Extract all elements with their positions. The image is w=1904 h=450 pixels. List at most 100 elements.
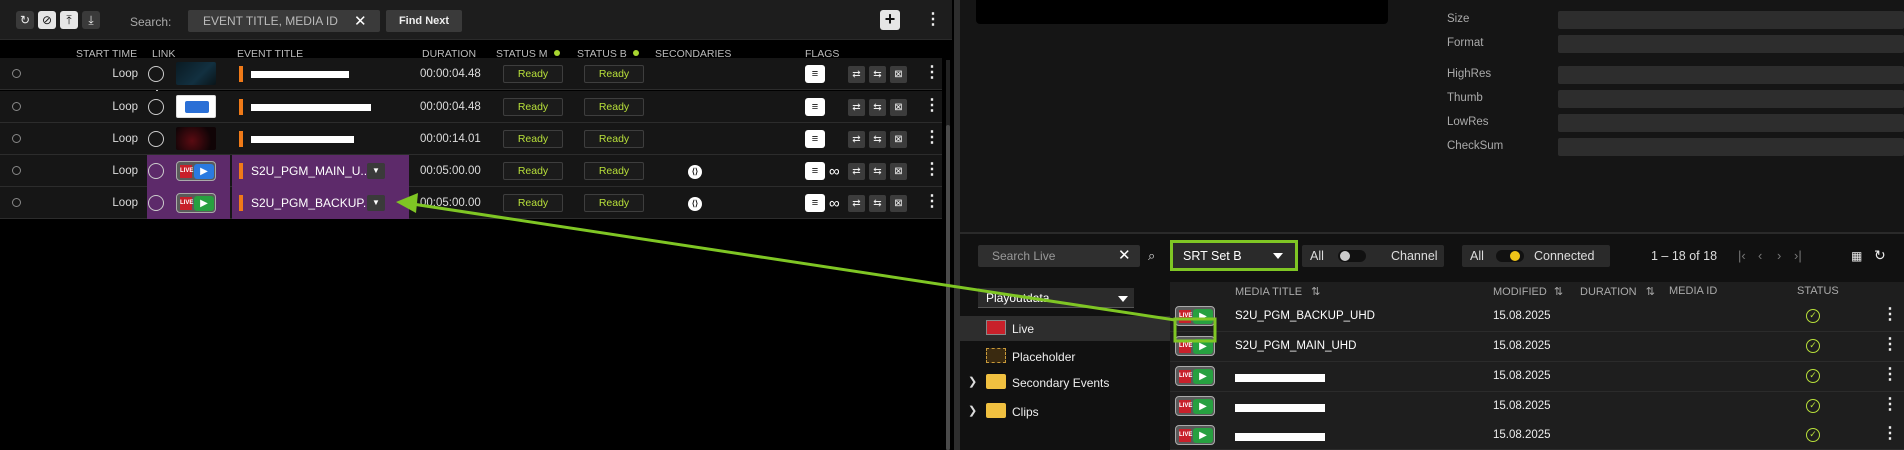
media-row[interactable]: LIVE ▶ 15.08.2025 ✓ ⋮ xyxy=(1170,362,1904,392)
row-menu-icon[interactable]: ⋮ xyxy=(924,194,940,210)
channel-filter[interactable]: All Channel xyxy=(1302,245,1444,267)
repeat-icon[interactable]: ⇄ xyxy=(848,195,865,212)
playlist-row[interactable]: Loop LIVE ▶ S2U_PGM_BACKUP... ▼ 00:05:00.… xyxy=(0,187,942,219)
repeat-icon[interactable]: ⇄ xyxy=(848,99,865,116)
clear-search-icon[interactable]: ✕ xyxy=(354,12,367,30)
clear-search-icon[interactable]: ✕ xyxy=(1118,246,1131,264)
live-source-button[interactable]: LIVE ▶ xyxy=(1175,425,1215,445)
refresh-icon[interactable]: ↻ xyxy=(16,11,34,29)
playlist-scroll-thumb[interactable] xyxy=(946,125,950,450)
media-row[interactable]: LIVE ▶ 15.08.2025 ✓ ⋮ xyxy=(1170,392,1904,422)
camera-off-icon[interactable]: ⊠ xyxy=(890,99,907,116)
align-top-icon[interactable]: ⤒ xyxy=(60,11,78,29)
live-source-button[interactable]: LIVE ▶ xyxy=(1175,366,1215,386)
tree-item-clips[interactable]: ❯ Clips xyxy=(960,399,1170,424)
row-menu-icon[interactable]: ⋮ xyxy=(1882,367,1898,383)
camera-off-icon[interactable]: ⊠ xyxy=(890,131,907,148)
download-icon[interactable]: ⤓ xyxy=(82,11,100,29)
playlist-row[interactable]: Loop 00:00:14.01 Ready Ready ≡ ⇄ ⇆ ⊠ ⋮ xyxy=(0,123,942,155)
row-menu-icon[interactable]: ⋮ xyxy=(924,162,940,178)
repeat-icon[interactable]: ⇄ xyxy=(848,66,865,83)
infinite-loop-icon[interactable]: ∞ xyxy=(829,195,840,212)
notes-flag-icon[interactable]: ≡ xyxy=(805,65,825,83)
live-source-button[interactable]: LIVE ▶ xyxy=(1175,396,1215,416)
add-event-button[interactable]: + xyxy=(880,10,900,30)
size-field[interactable] xyxy=(1558,11,1904,29)
first-page-icon[interactable]: |‹ xyxy=(1738,248,1746,263)
live-source-button[interactable]: LIVE ▶ xyxy=(1175,306,1215,326)
repeat-icon[interactable]: ⇄ xyxy=(848,131,865,148)
prev-page-icon[interactable]: ‹ xyxy=(1758,248,1762,263)
camera-off-icon[interactable]: ⊠ xyxy=(890,195,907,212)
highres-field[interactable] xyxy=(1558,66,1904,84)
tree-item-placeholder[interactable]: Placeholder xyxy=(960,344,1170,369)
connection-toggle[interactable] xyxy=(1496,250,1524,262)
checksum-field[interactable] xyxy=(1558,138,1904,156)
refresh-icon[interactable]: ↻ xyxy=(1874,247,1886,264)
chevron-down-icon[interactable]: ▼ xyxy=(367,195,385,211)
swap-icon[interactable]: ⇆ xyxy=(869,66,886,83)
chevron-right-icon[interactable]: ❯ xyxy=(968,375,977,388)
live-search-input[interactable] xyxy=(978,245,1118,267)
col-status[interactable]: STATUS xyxy=(1797,285,1839,297)
col-media-title[interactable]: MEDIA TITLE ⇅ xyxy=(1235,285,1320,298)
row-menu-icon[interactable]: ⋮ xyxy=(1882,307,1898,323)
link-node[interactable] xyxy=(148,131,164,147)
camera-off-icon[interactable]: ⊠ xyxy=(890,163,907,180)
row-menu-icon[interactable]: ⋮ xyxy=(924,130,940,146)
set-select-dropdown[interactable]: SRT Set B xyxy=(1170,240,1298,271)
playlist-row[interactable]: Loop LIVE ▶ S2U_PGM_MAIN_U... ▼ 00:05:00.… xyxy=(0,155,942,187)
thumb-field[interactable] xyxy=(1558,90,1904,108)
media-row[interactable]: LIVE ▶ S2U_PGM_BACKUP_UHD 15.08.2025 ✓ ⋮ xyxy=(1170,302,1904,332)
lowres-field[interactable] xyxy=(1558,114,1904,132)
swap-icon[interactable]: ⇆ xyxy=(869,163,886,180)
format-field[interactable] xyxy=(1558,35,1904,53)
secondary-event-icon[interactable]: ⟨⟩ xyxy=(688,197,702,211)
col-duration[interactable]: DURATION ⇅ xyxy=(1580,285,1655,298)
swap-icon[interactable]: ⇆ xyxy=(869,195,886,212)
event-search-input[interactable] xyxy=(188,10,348,32)
live-source-button[interactable]: LIVE ▶ xyxy=(1175,336,1215,356)
notes-flag-icon[interactable]: ≡ xyxy=(805,194,825,212)
col-modified[interactable]: MODIFIED ⇅ xyxy=(1493,285,1563,298)
link-node[interactable] xyxy=(148,195,164,211)
chevron-right-icon[interactable]: ❯ xyxy=(968,404,977,417)
infinite-loop-icon[interactable]: ∞ xyxy=(829,163,840,180)
row-menu-icon[interactable]: ⋮ xyxy=(924,98,940,114)
live-source-button[interactable]: LIVE ▶ xyxy=(176,161,216,181)
row-menu-icon[interactable]: ⋮ xyxy=(1882,426,1898,442)
media-row[interactable]: LIVE ▶ 15.08.2025 ✓ ⋮ xyxy=(1170,421,1904,450)
next-page-icon[interactable]: › xyxy=(1777,248,1781,263)
camera-off-icon[interactable]: ⊠ xyxy=(890,66,907,83)
repeat-icon[interactable]: ⇄ xyxy=(848,163,865,180)
swap-icon[interactable]: ⇆ xyxy=(869,131,886,148)
notes-flag-icon[interactable]: ≡ xyxy=(805,162,825,180)
connection-filter[interactable]: All Connected xyxy=(1462,245,1610,267)
chevron-down-icon[interactable]: ▼ xyxy=(367,163,385,179)
search-icon[interactable]: ⌕ xyxy=(1148,248,1155,264)
link-node[interactable] xyxy=(148,66,164,82)
media-row[interactable]: LIVE ▶ S2U_PGM_MAIN_UHD 15.08.2025 ✓ ⋮ xyxy=(1170,332,1904,362)
col-media-id[interactable]: MEDIA ID xyxy=(1669,285,1717,297)
channel-toggle[interactable] xyxy=(1338,250,1366,262)
swap-icon[interactable]: ⇆ xyxy=(869,99,886,116)
find-next-button[interactable]: Find Next xyxy=(386,10,462,32)
no-sync-icon[interactable]: ⊘ xyxy=(38,11,56,29)
playlist-row[interactable]: Loop 00:00:04.48 Ready Ready ≡ ⇄ ⇆ ⊠ ⋮ xyxy=(0,58,942,90)
notes-flag-icon[interactable]: ≡ xyxy=(805,130,825,148)
tree-item-live[interactable]: Live xyxy=(960,316,1170,341)
notes-flag-icon[interactable]: ≡ xyxy=(805,98,825,116)
source-select[interactable]: Playoutdata xyxy=(978,288,1134,308)
playlist-row[interactable]: Loop 00:00:04.48 Ready Ready ≡ ⇄ ⇆ ⊠ ⋮ xyxy=(0,91,942,123)
row-menu-icon[interactable]: ⋮ xyxy=(1882,397,1898,413)
toolbar-menu-icon[interactable]: ⋮ xyxy=(925,12,941,28)
secondary-event-icon[interactable]: ⟨⟩ xyxy=(688,165,702,179)
link-node[interactable] xyxy=(148,163,164,179)
tree-item-secondary-events[interactable]: ❯ Secondary Events xyxy=(960,370,1170,395)
row-menu-icon[interactable]: ⋮ xyxy=(1882,337,1898,353)
last-page-icon[interactable]: ›| xyxy=(1794,248,1802,263)
grid-view-icon[interactable]: ▦ xyxy=(1851,249,1862,263)
live-source-button[interactable]: LIVE ▶ xyxy=(176,193,216,213)
row-menu-icon[interactable]: ⋮ xyxy=(924,65,940,81)
link-node[interactable] xyxy=(148,99,164,115)
